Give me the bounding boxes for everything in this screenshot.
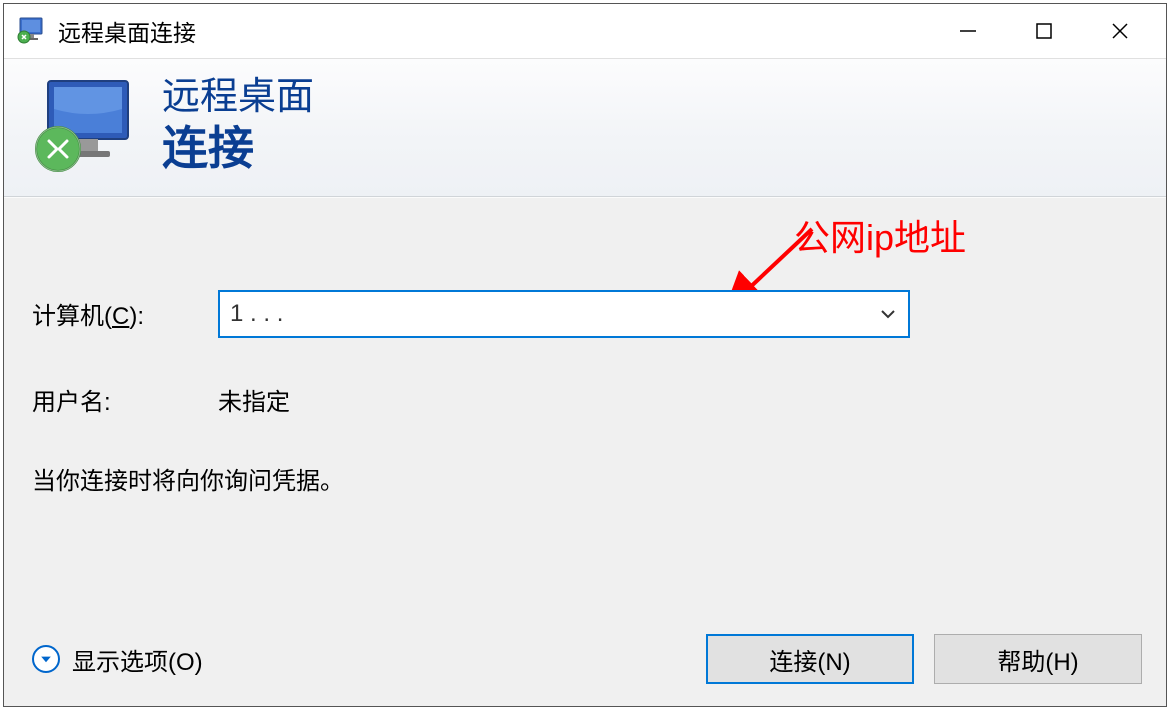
footer: 显示选项(O) 连接(N) 帮助(H): [32, 634, 1142, 684]
header-title-line1: 远程桌面: [162, 75, 314, 121]
credential-info-text: 当你连接时将向你询问凭据。: [32, 461, 1138, 496]
footer-buttons: 连接(N) 帮助(H): [706, 634, 1142, 684]
app-icon: [16, 15, 48, 47]
computer-label: 计算机(C):: [32, 296, 218, 331]
username-label: 用户名:: [32, 382, 218, 417]
header-banner: 远程桌面 连接: [4, 58, 1166, 197]
content-area: 公网ip地址 计算机(C): 1 . . . 用户名: 未指定 当你连接时将向你…: [4, 197, 1166, 706]
help-button[interactable]: 帮助(H): [934, 634, 1142, 684]
close-button[interactable]: [1082, 4, 1158, 58]
chevron-down-icon[interactable]: [878, 304, 898, 324]
minimize-button[interactable]: [930, 4, 1006, 58]
show-options-button[interactable]: 显示选项(O): [32, 642, 203, 677]
window-title: 远程桌面连接: [58, 14, 930, 48]
remote-desktop-large-icon: [30, 75, 140, 175]
computer-combobox[interactable]: 1 . . .: [218, 290, 910, 338]
show-options-label: 显示选项(O): [72, 642, 203, 677]
username-value: 未指定: [218, 382, 290, 417]
computer-row: 计算机(C): 1 . . .: [32, 290, 1138, 338]
window-controls: [930, 4, 1158, 58]
maximize-button[interactable]: [1006, 4, 1082, 58]
remote-desktop-window: 远程桌面连接: [3, 3, 1167, 707]
username-row: 用户名: 未指定: [32, 382, 1138, 417]
expand-down-icon: [32, 645, 60, 673]
titlebar: 远程桌面连接: [4, 4, 1166, 58]
header-title-line2: 连接: [162, 121, 314, 176]
connect-button[interactable]: 连接(N): [706, 634, 914, 684]
computer-value: 1 . . .: [230, 300, 878, 328]
header-text: 远程桌面 连接: [162, 75, 314, 176]
annotation-text: 公网ip地址: [794, 209, 966, 261]
